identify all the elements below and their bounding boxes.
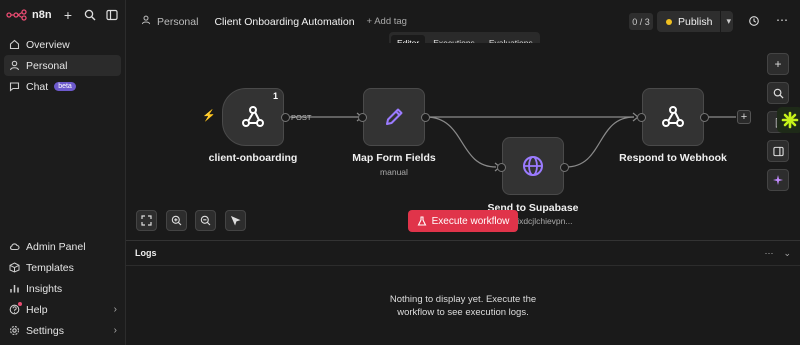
execute-workflow-label: Execute workflow: [431, 215, 510, 227]
input-port[interactable]: [497, 163, 506, 172]
publish-label: Publish: [678, 15, 713, 28]
chevron-down-icon[interactable]: ⌄: [783, 248, 791, 259]
input-port[interactable]: [637, 113, 646, 122]
workflow-canvas[interactable]: ⚡ 1 POST client-onboarding Map Form Fiel…: [126, 43, 800, 240]
logs-panel: Logs ⋯ ⌄ Nothing to display yet. Execute…: [126, 240, 800, 345]
activation-counter: 0 / 3: [629, 13, 653, 30]
node-client-onboarding[interactable]: 1: [222, 88, 284, 146]
sidebar-item-label: Chat: [26, 80, 49, 93]
logs-empty-line: workflow to see execution logs.: [397, 307, 529, 318]
sparkle-icon: [773, 175, 783, 185]
node-label: Respond to Webhook: [619, 152, 727, 164]
sidebar-item-settings[interactable]: Settings ›: [4, 320, 121, 341]
toggle-panel-button[interactable]: [767, 140, 789, 162]
sidebar-item-label: Insights: [26, 282, 63, 295]
n8n-logo-icon: [6, 9, 27, 21]
workflow-header: Personal Client Onboarding Automation + …: [126, 0, 800, 53]
sidebar-item-personal[interactable]: Personal: [4, 55, 121, 76]
sidebar-item-label: Admin Panel: [26, 240, 86, 253]
search-icon: [773, 88, 784, 99]
execute-workflow-button[interactable]: Execute workflow: [408, 210, 518, 232]
fit-view-icon: [141, 215, 152, 226]
add-tag-button[interactable]: + Add tag: [367, 16, 407, 27]
more-options-icon[interactable]: ⋯: [776, 13, 788, 27]
chevron-right-icon: ›: [113, 325, 117, 336]
chevron-down-icon[interactable]: ▾: [726, 16, 731, 27]
sidebar-item-label: Personal: [26, 59, 68, 72]
add-node-button[interactable]: +: [737, 110, 751, 124]
edge-label-post: POST: [291, 113, 312, 122]
sidebar-item-help[interactable]: Help ›: [4, 299, 121, 320]
chat-icon: [8, 81, 20, 93]
cursor-icon: [230, 215, 241, 226]
logs-title: Logs: [135, 248, 157, 258]
n8n-logo[interactable]: n8n: [6, 9, 52, 21]
pencil-icon: [386, 108, 403, 125]
sidebar-item-overview[interactable]: Overview: [4, 34, 121, 55]
sidebar-item-label: Templates: [26, 261, 74, 274]
publish-button[interactable]: Publish ▾: [657, 11, 733, 32]
flask-icon: [417, 216, 426, 226]
add-node-panel-button[interactable]: +: [767, 53, 789, 75]
sidebar: n8n + Overview Personal Chat beta Admin …: [0, 0, 126, 345]
zoom-in-button[interactable]: [166, 210, 187, 231]
webhook-icon: [662, 106, 684, 127]
notification-dot: [18, 302, 22, 306]
status-dot: [666, 18, 672, 25]
workflow-title[interactable]: Client Onboarding Automation: [214, 16, 354, 28]
logs-empty-line: Nothing to display yet. Execute the: [389, 294, 537, 305]
history-icon[interactable]: [748, 15, 760, 30]
sidebar-item-label: Overview: [26, 38, 70, 51]
extension-flower-icon[interactable]: [777, 107, 800, 133]
chevron-right-icon: ›: [113, 304, 117, 315]
logs-header[interactable]: Logs ⋯ ⌄: [126, 241, 800, 266]
sidebar-item-templates[interactable]: Templates: [4, 257, 121, 278]
sidebar-item-admin-panel[interactable]: Admin Panel: [4, 236, 121, 257]
trigger-bolt-icon: ⚡: [202, 110, 216, 122]
zoom-out-icon: [200, 215, 211, 226]
chart-icon: [8, 283, 20, 295]
panel-icon: [772, 146, 784, 156]
more-options-icon[interactable]: ⋯: [764, 248, 773, 259]
sidebar-item-label: Help: [26, 303, 48, 316]
home-icon: [8, 39, 20, 51]
node-label: Map Form Fields: [352, 152, 436, 164]
output-port[interactable]: [421, 113, 430, 122]
user-icon: [8, 60, 20, 72]
project-link[interactable]: Personal: [157, 16, 198, 28]
run-count-badge: 1: [272, 91, 278, 101]
add-icon[interactable]: +: [61, 7, 75, 23]
tidy-up-button[interactable]: [225, 210, 246, 231]
node-subtitle: manual: [380, 167, 408, 177]
project-icon: [141, 15, 151, 28]
zoom-out-button[interactable]: [195, 210, 216, 231]
search-nodes-button[interactable]: [767, 82, 789, 104]
globe-icon: [523, 156, 543, 176]
output-port[interactable]: [281, 113, 290, 122]
node-map-form-fields[interactable]: [363, 88, 425, 146]
breadcrumb: Personal Client Onboarding Automation + …: [141, 15, 407, 28]
cloud-icon: [8, 241, 20, 253]
output-port[interactable]: [700, 113, 709, 122]
output-port[interactable]: [560, 163, 569, 172]
search-icon[interactable]: [83, 8, 97, 22]
webhook-icon: [242, 106, 264, 127]
box-icon: [8, 262, 20, 274]
beta-badge: beta: [54, 82, 76, 91]
fit-view-button[interactable]: [136, 210, 157, 231]
app-name: n8n: [32, 9, 52, 21]
node-label: client-onboarding: [208, 152, 298, 164]
sidebar-item-chat[interactable]: Chat beta: [4, 76, 121, 97]
node-send-to-supabase[interactable]: [502, 137, 564, 195]
zoom-in-icon: [171, 215, 182, 226]
sidebar-item-label: Settings: [26, 324, 64, 337]
sidebar-item-insights[interactable]: Insights: [4, 278, 121, 299]
ai-assistant-button[interactable]: [767, 169, 789, 191]
node-respond-to-webhook[interactable]: [642, 88, 704, 146]
sidebar-header: n8n +: [0, 0, 125, 30]
logs-empty-message: Nothing to display yet. Execute the work…: [126, 293, 800, 319]
collapse-sidebar-icon[interactable]: [105, 8, 119, 22]
input-port[interactable]: [358, 113, 367, 122]
gear-icon: [8, 325, 20, 337]
